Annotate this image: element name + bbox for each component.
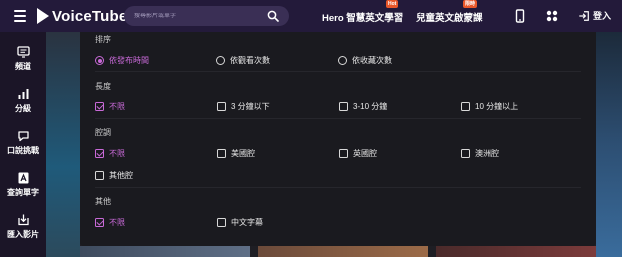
phone-icon[interactable] [513, 9, 527, 23]
limited-badge: 限時 [463, 0, 478, 8]
brand-logo[interactable]: VoiceTube [37, 7, 127, 25]
checkbox-checked[interactable] [95, 218, 104, 227]
sidebar-label-speech: 口說挑戰 [7, 146, 39, 155]
top-navigation-bar: VoiceTube Hero 智慧英文學習 Hot 兒童英文啟蒙課 限時 登入 [0, 0, 622, 32]
nav-kids-course[interactable]: 兒童英文啟蒙課 [416, 10, 483, 24]
video-thumbnail[interactable] [258, 246, 428, 257]
option-label: 不限 [109, 102, 125, 111]
option-label: 中文字幕 [231, 218, 263, 227]
import-icon [17, 214, 29, 226]
checkbox[interactable] [217, 218, 226, 227]
option-label: 3 分鐘以下 [231, 102, 270, 111]
checkbox[interactable] [217, 149, 226, 158]
checkbox[interactable] [339, 102, 348, 111]
divider [95, 187, 581, 188]
option-label: 澳洲腔 [475, 149, 499, 158]
option-label: 不限 [109, 149, 125, 158]
channel-icon [16, 46, 30, 58]
sidebar-item-channel[interactable]: 頻道 [0, 46, 46, 72]
dictionary-icon [18, 172, 28, 184]
brand-name: VoiceTube [52, 7, 128, 25]
option-label: 依觀看次數 [230, 56, 270, 65]
sidebar: 頻道 分級 口說挑戰 查詢單字 匯入影片 [0, 32, 46, 257]
checkbox[interactable] [461, 149, 470, 158]
length-over-10-option[interactable]: 10 分鐘以上 [461, 101, 518, 112]
accent-uk-option[interactable]: 英國腔 [339, 148, 377, 159]
divider [95, 71, 581, 72]
nav-hero-course[interactable]: Hero 智慧英文學習 [322, 10, 403, 24]
filter-panel: 排序 依發布時間 依觀看次數 依收藏次數 長度 不限 3 分鐘以下 3-10 分… [80, 32, 596, 246]
sidebar-item-speech[interactable]: 口說挑戰 [0, 130, 46, 156]
video-thumbnail[interactable] [596, 32, 622, 257]
checkbox[interactable] [461, 102, 470, 111]
accent-title: 腔調 [95, 128, 111, 137]
sort-title: 排序 [95, 35, 111, 44]
checkbox-checked[interactable] [95, 102, 104, 111]
sidebar-label-import: 匯入影片 [7, 230, 39, 239]
radio-selected[interactable] [95, 56, 104, 65]
other-any-option[interactable]: 不限 [95, 217, 125, 228]
video-thumbnail[interactable] [80, 246, 250, 257]
accent-us-option[interactable]: 美國腔 [217, 148, 255, 159]
video-thumbnail[interactable] [46, 32, 80, 257]
sidebar-label-channel: 頻道 [15, 62, 31, 71]
radio[interactable] [216, 56, 225, 65]
login-button[interactable]: 登入 [578, 9, 611, 22]
option-label: 美國腔 [231, 149, 255, 158]
checkbox-checked[interactable] [95, 149, 104, 158]
sort-by-views-option[interactable]: 依觀看次數 [216, 55, 270, 66]
length-title: 長度 [95, 82, 111, 91]
video-thumbnail[interactable] [436, 246, 596, 257]
search-icon[interactable] [267, 10, 279, 22]
divider [95, 118, 581, 119]
length-3-10-option[interactable]: 3-10 分鐘 [339, 101, 387, 112]
level-icon [18, 89, 28, 99]
option-label: 依發布時間 [109, 56, 149, 65]
length-any-option[interactable]: 不限 [95, 101, 125, 112]
search-input[interactable] [124, 13, 259, 19]
sidebar-label-level: 分級 [15, 104, 31, 113]
checkbox[interactable] [217, 102, 226, 111]
option-label: 其他腔 [109, 171, 133, 180]
option-label: 不限 [109, 218, 125, 227]
nav-hero-label: Hero 智慧英文學習 [322, 13, 404, 24]
search-bar [124, 6, 289, 26]
speech-icon [17, 131, 29, 142]
accent-other-option[interactable]: 其他腔 [95, 170, 133, 181]
sidebar-item-import[interactable]: 匯入影片 [0, 214, 46, 240]
checkbox[interactable] [95, 171, 104, 180]
hot-badge: Hot [386, 0, 399, 8]
sort-by-date-option[interactable]: 依發布時間 [95, 55, 149, 66]
play-logo-icon [37, 8, 49, 24]
radio[interactable] [338, 56, 347, 65]
other-title: 其他 [95, 197, 111, 206]
login-label: 登入 [593, 11, 612, 21]
apps-icon[interactable] [545, 9, 559, 23]
chinese-subtitles-option[interactable]: 中文字幕 [217, 217, 263, 228]
sidebar-label-dictionary: 查詢單字 [7, 188, 39, 197]
option-label: 英國腔 [353, 149, 377, 158]
option-label: 3-10 分鐘 [353, 102, 388, 111]
sidebar-item-level[interactable]: 分級 [0, 88, 46, 114]
menu-icon[interactable] [14, 10, 26, 22]
login-icon [579, 10, 589, 21]
option-label: 10 分鐘以上 [475, 102, 519, 111]
accent-au-option[interactable]: 澳洲腔 [461, 148, 499, 159]
length-under-3-option[interactable]: 3 分鐘以下 [217, 101, 270, 112]
sort-by-saves-option[interactable]: 依收藏次數 [338, 55, 392, 66]
accent-any-option[interactable]: 不限 [95, 148, 125, 159]
nav-kids-label: 兒童英文啟蒙課 [416, 13, 483, 24]
sidebar-item-dictionary[interactable]: 查詢單字 [0, 172, 46, 198]
option-label: 依收藏次數 [352, 56, 392, 65]
checkbox[interactable] [339, 149, 348, 158]
